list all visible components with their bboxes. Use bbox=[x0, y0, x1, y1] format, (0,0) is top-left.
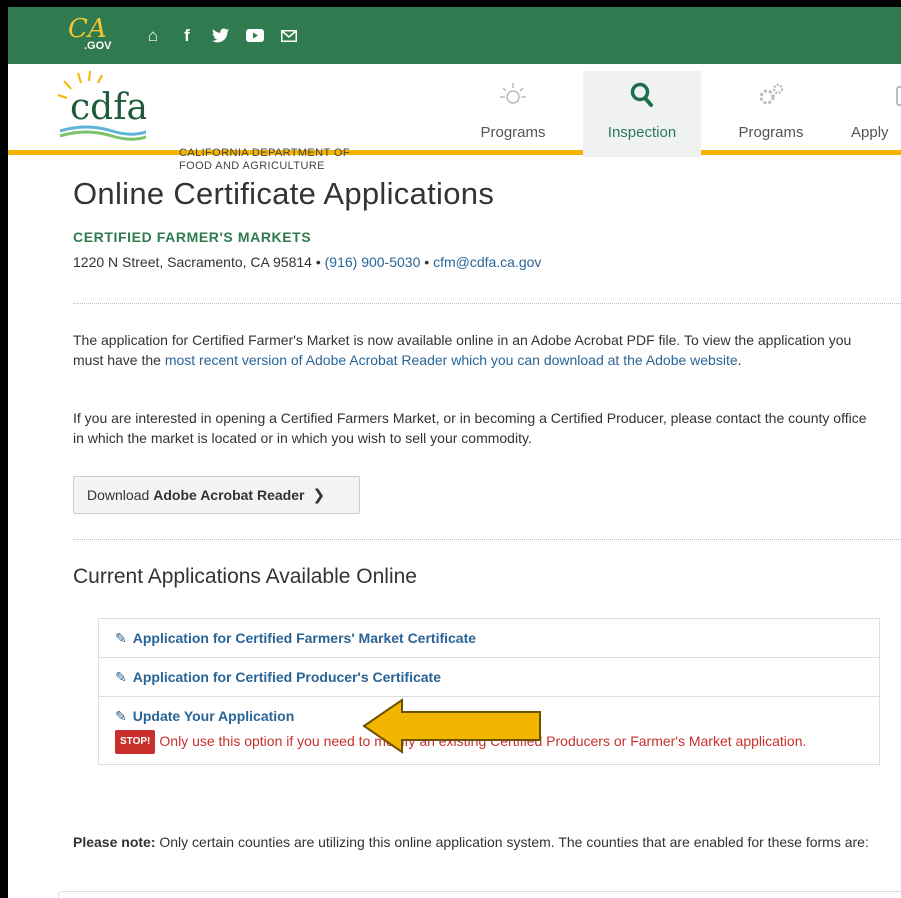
annotation-arrow bbox=[362, 698, 541, 754]
chevron-right-icon: ❯ bbox=[312, 487, 326, 504]
adobe-reader-link[interactable]: most recent version of Adobe Acrobat Rea… bbox=[165, 352, 738, 368]
app-link-producer[interactable]: Application for Certified Producer's Cer… bbox=[133, 669, 441, 685]
ca-gov-topbar: CA .GOV ⌂ f bbox=[8, 7, 901, 64]
twitter-icon[interactable] bbox=[210, 25, 232, 47]
list-item[interactable]: ✎ Application for Certified Farmers' Mark… bbox=[99, 619, 879, 658]
nav-programs-1[interactable]: Programs bbox=[468, 71, 558, 157]
note-paragraph: Please note: Only certain counties are u… bbox=[73, 834, 869, 850]
department-name-text: CALIFORNIA DEPARTMENT OF FOOD AND AGRICU… bbox=[179, 147, 350, 172]
ca-gov-logo[interactable]: CA .GOV bbox=[68, 14, 116, 54]
intro-paragraph: The application for Certified Farmer's M… bbox=[73, 332, 852, 368]
contact-county-paragraph: If you are interested in opening a Certi… bbox=[73, 410, 867, 446]
edit-icon: ✎ bbox=[115, 630, 127, 646]
email-icon[interactable] bbox=[278, 25, 300, 47]
divider bbox=[73, 539, 901, 540]
email-link[interactable]: cfm@cdfa.ca.gov bbox=[433, 254, 541, 270]
section-title: Current Applications Available Online bbox=[73, 565, 417, 588]
search-icon bbox=[583, 71, 701, 109]
browser-viewport: CA .GOV ⌂ f cdfa CALIFORNIA DEPARTMENT O… bbox=[8, 7, 901, 898]
app-link-update[interactable]: Update Your Application bbox=[133, 708, 295, 724]
page-title: Online Certificate Applications bbox=[73, 176, 495, 211]
address-text: 1220 N Street, Sacramento, CA 95814 bbox=[73, 254, 312, 270]
app-link-farmers-market[interactable]: Application for Certified Farmers' Marke… bbox=[133, 630, 476, 646]
gears-icon bbox=[726, 71, 816, 109]
stop-badge: STOP! bbox=[115, 730, 156, 754]
sun-icon bbox=[468, 71, 558, 109]
contact-line: 1220 N Street, Sacramento, CA 95814 • (9… bbox=[73, 254, 541, 270]
home-icon[interactable]: ⌂ bbox=[142, 25, 164, 47]
list-item[interactable]: ✎ Application for Certified Producer's Ce… bbox=[99, 658, 879, 697]
edit-icon: ✎ bbox=[115, 708, 127, 724]
facebook-icon[interactable]: f bbox=[176, 25, 198, 47]
nav-apply[interactable]: Apply bbox=[851, 71, 901, 157]
nav-programs-2[interactable]: Programs bbox=[726, 71, 816, 157]
youtube-icon[interactable] bbox=[244, 25, 266, 47]
page-subtitle: CERTIFIED FARMER'S MARKETS bbox=[73, 229, 312, 245]
bullet-separator: • bbox=[424, 254, 434, 270]
bullet-separator: • bbox=[315, 254, 325, 270]
divider bbox=[73, 303, 901, 304]
form-icon bbox=[851, 71, 901, 109]
nav-inspection[interactable]: Inspection bbox=[583, 71, 701, 157]
svg-text:cdfa: cdfa bbox=[70, 87, 146, 128]
edit-icon: ✎ bbox=[115, 669, 127, 685]
cdfa-logo[interactable]: cdfa bbox=[56, 69, 157, 149]
phone-link[interactable]: (916) 900-5030 bbox=[325, 254, 421, 270]
download-acrobat-button[interactable]: Download Adobe Acrobat Reader ❯ bbox=[73, 476, 360, 514]
county-list-box bbox=[58, 891, 901, 898]
